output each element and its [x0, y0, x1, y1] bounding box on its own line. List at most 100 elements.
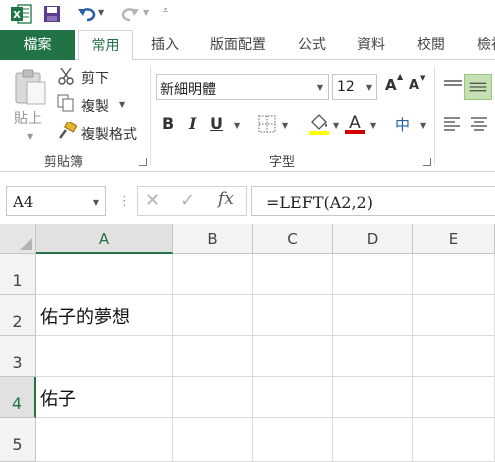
ribbon-tabs: 檔案 常用 插入 版面配置 公式 資料 校閱 檢視 [0, 30, 495, 61]
copy-icon[interactable] [57, 94, 75, 112]
align-left-icon[interactable] [444, 117, 462, 131]
cancel-icon[interactable]: ✕ [145, 190, 160, 211]
column-header-d[interactable]: D [333, 224, 413, 254]
row-header-5[interactable]: 5 [0, 418, 36, 462]
tab-home[interactable]: 常用 [78, 30, 133, 61]
column-header-c[interactable]: C [253, 224, 333, 254]
cut-label[interactable]: 剪下 [81, 68, 109, 88]
font-color-swatch [345, 130, 365, 134]
align-top-icon[interactable] [444, 80, 462, 94]
bold-button[interactable]: B [162, 114, 174, 133]
cell-c5[interactable] [253, 418, 333, 462]
formula-input[interactable]: =LEFT(A2,2) [251, 186, 495, 216]
column-header-e[interactable]: E [413, 224, 495, 254]
font-name-value: 新細明體 [160, 82, 216, 98]
cell-e1[interactable] [413, 254, 495, 295]
quick-access-toolbar: X ▼ ▼ ⩡ [0, 0, 495, 30]
formula-value: =LEFT(A2,2) [266, 193, 373, 212]
enter-icon[interactable]: ✓ [180, 190, 195, 211]
tab-file[interactable]: 檔案 [0, 30, 75, 60]
tab-insert[interactable]: 插入 [148, 30, 182, 60]
clipboard-launcher-icon[interactable] [139, 158, 147, 166]
cell-e5[interactable] [413, 418, 495, 462]
italic-button[interactable]: I [189, 114, 196, 133]
chevron-down-icon: ▼ [92, 198, 99, 207]
borders-dropdown-icon[interactable]: ▼ [282, 121, 288, 130]
underline-dropdown-icon[interactable]: ▼ [234, 121, 240, 130]
cell-d3[interactable] [333, 336, 413, 377]
column-header-b[interactable]: B [173, 224, 253, 254]
save-icon[interactable] [43, 5, 61, 23]
cell-c3[interactable] [253, 336, 333, 377]
copy-dropdown-icon[interactable]: ▼ [119, 100, 125, 109]
cell-c4[interactable] [253, 377, 333, 418]
cell-c2[interactable] [253, 295, 333, 336]
tab-page-layout[interactable]: 版面配置 [207, 30, 269, 60]
cell-b2[interactable] [173, 295, 253, 336]
tab-view[interactable]: 檢視 [474, 30, 495, 60]
cell-a4[interactable]: 佑子 [36, 377, 173, 418]
cell-e3[interactable] [413, 336, 495, 377]
select-all-icon [20, 238, 32, 250]
tab-review[interactable]: 校閱 [415, 30, 447, 60]
font-color-dropdown-icon[interactable]: ▼ [370, 121, 376, 130]
font-size-dropdown[interactable]: 12 ▼ [332, 74, 377, 100]
row-header-4[interactable]: 4 [0, 377, 36, 418]
row-header-3[interactable]: 3 [0, 336, 36, 377]
formula-bar-resize-handle[interactable]: ⋮ [118, 194, 131, 209]
fill-color-icon[interactable] [308, 113, 330, 135]
font-name-dropdown[interactable]: 新細明體 ▼ [156, 74, 329, 100]
format-painter-icon[interactable] [57, 122, 77, 140]
cell-e2[interactable] [413, 295, 495, 336]
paste-icon[interactable] [13, 68, 49, 108]
align-middle-icon [469, 82, 487, 92]
underline-button[interactable]: U [210, 114, 223, 133]
cell-d1[interactable] [333, 254, 413, 295]
ribbon-home: 貼上 ▼ 剪下 複製 ▼ 複製格式 剪貼簿 新細明體 ▼ 12 ▼ A ▲ A … [0, 60, 495, 172]
align-center-icon[interactable] [470, 117, 488, 131]
copy-label[interactable]: 複製 [81, 96, 109, 116]
paste-dropdown-icon[interactable]: ▼ [27, 132, 33, 141]
row-header-2[interactable]: 2 [0, 295, 36, 336]
cell-a5[interactable] [36, 418, 173, 462]
customize-qat-icon[interactable]: ⩡ [163, 6, 168, 16]
font-color-icon[interactable]: A [344, 111, 366, 135]
font-launcher-icon[interactable] [423, 158, 431, 166]
cell-a1[interactable] [36, 254, 173, 295]
cell-a3[interactable] [36, 336, 173, 377]
cell-e4[interactable] [413, 377, 495, 418]
cell-d2[interactable] [333, 295, 413, 336]
column-header-a[interactable]: A [36, 224, 173, 254]
cut-icon[interactable] [57, 67, 75, 85]
cell-b5[interactable] [173, 418, 253, 462]
cell-b4[interactable] [173, 377, 253, 418]
cell-a2[interactable]: 佑子的夢想 [36, 295, 173, 336]
phonetic-guide-icon[interactable]: 中 [395, 114, 410, 135]
paste-label[interactable]: 貼上 [14, 108, 42, 128]
select-all-button[interactable] [0, 224, 36, 254]
cell-b3[interactable] [173, 336, 253, 377]
cell-d5[interactable] [333, 418, 413, 462]
undo-icon[interactable] [77, 5, 97, 23]
cell-c1[interactable] [253, 254, 333, 295]
fill-color-dropdown-icon[interactable]: ▼ [333, 121, 339, 130]
undo-dropdown-icon[interactable]: ▼ [98, 8, 104, 17]
row-header-1[interactable]: 1 [0, 254, 36, 295]
redo-icon[interactable] [120, 5, 140, 23]
format-painter-label[interactable]: 複製格式 [81, 124, 137, 144]
name-box[interactable]: A4 ▼ [6, 186, 106, 216]
excel-logo-icon: X [11, 4, 32, 24]
borders-icon[interactable] [258, 115, 276, 133]
cell-b1[interactable] [173, 254, 253, 295]
redo-dropdown-icon[interactable]: ▼ [143, 8, 149, 17]
tab-formulas[interactable]: 公式 [296, 30, 328, 60]
name-box-value: A4 [13, 193, 34, 211]
phonetic-dropdown-icon[interactable]: ▼ [420, 121, 426, 130]
decrease-font-size-button[interactable]: A [409, 78, 419, 93]
align-middle-button[interactable] [464, 74, 492, 100]
chevron-down-icon: ▼ [316, 83, 323, 92]
insert-function-icon[interactable]: fx [218, 189, 234, 209]
tab-data[interactable]: 資料 [355, 30, 387, 60]
increase-font-size-button[interactable]: A [385, 76, 397, 94]
cell-d4[interactable] [333, 377, 413, 418]
